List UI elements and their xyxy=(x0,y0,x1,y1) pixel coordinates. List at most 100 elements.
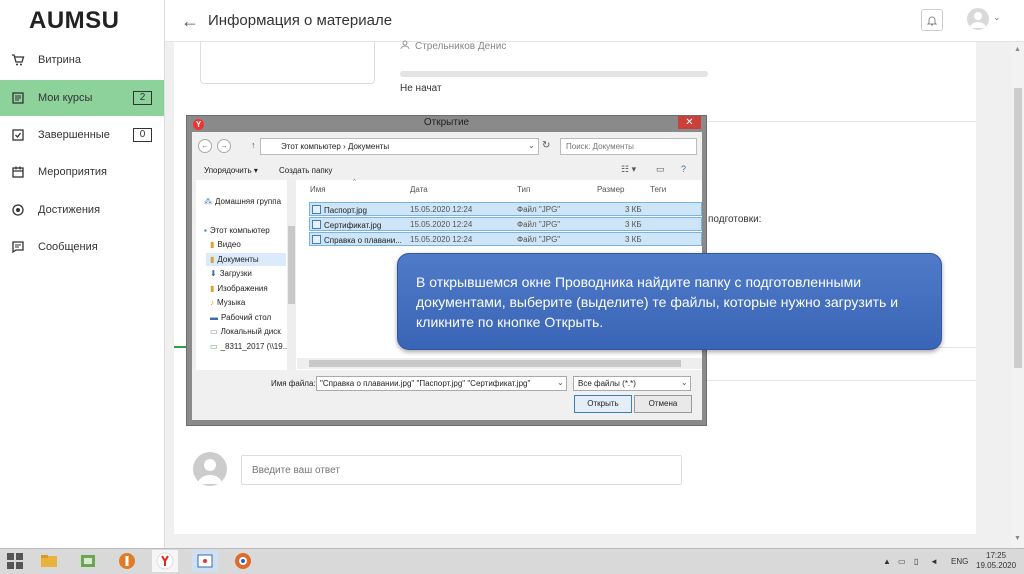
close-icon[interactable]: ✕ xyxy=(678,116,701,129)
scroll-up-icon[interactable]: ▲ xyxy=(1014,46,1021,53)
tree-scrollbar-thumb[interactable] xyxy=(288,226,295,304)
tree-label: Музыка xyxy=(217,298,246,307)
open-button[interactable]: Открыть xyxy=(574,395,632,413)
tree-item-network-drive[interactable]: ▭ _8311_2017 (\\19... xyxy=(210,342,289,351)
image-file-icon xyxy=(312,220,321,229)
preview-pane-icon[interactable]: ▭ xyxy=(656,164,665,175)
chevron-down-icon[interactable]: ⌄ xyxy=(528,141,535,150)
column-header-name[interactable]: Имя xyxy=(310,185,326,194)
clock-date: 19.05.2020 xyxy=(976,561,1017,570)
user-avatar[interactable] xyxy=(967,8,989,30)
file-type: Файл "JPG" xyxy=(517,235,561,244)
tree-item-music[interactable]: ♪ Музыка xyxy=(210,298,245,307)
user-icon xyxy=(400,40,410,53)
status-text: Не начат xyxy=(400,83,442,94)
tree-item-images[interactable]: ▮ Изображения xyxy=(210,284,268,293)
instruction-callout: В открывшемся окне Проводника найдите па… xyxy=(397,253,942,350)
file-row[interactable]: Сертификат.jpg 15.05.2020 12:24 Файл "JP… xyxy=(309,217,702,231)
yandex-browser-icon[interactable] xyxy=(152,550,178,572)
tree-label: _8311_2017 (\\19... xyxy=(220,342,290,351)
tree-item-downloads[interactable]: ⬇ Загрузки xyxy=(210,269,252,278)
column-header-type[interactable]: Тип xyxy=(517,185,530,194)
hscrollbar-thumb[interactable] xyxy=(309,360,681,367)
tree-item-video[interactable]: ▮ Видео xyxy=(210,240,241,249)
tree-label: Загрузки xyxy=(219,269,252,278)
sidebar-item-completed[interactable]: Завершенные 0 xyxy=(0,117,164,153)
up-arrow-icon[interactable]: ↑ xyxy=(251,140,256,150)
sidebar-item-label: Мероприятия xyxy=(38,166,107,178)
forward-arrow-icon[interactable]: → xyxy=(217,139,231,153)
system-clock[interactable]: 17:25 19.05.2020 xyxy=(976,551,1016,571)
chevron-down-icon[interactable]: ⌄ xyxy=(681,378,688,387)
network-icon[interactable]: ▭ xyxy=(898,557,906,566)
tree-item-homegroup[interactable]: ⁂ Домашняя группа xyxy=(204,197,281,206)
file-date: 15.05.2020 12:24 xyxy=(410,205,473,214)
battery-icon[interactable]: ▯ xyxy=(914,557,918,566)
chevron-down-icon[interactable]: ⌄ xyxy=(993,12,1001,23)
screen-recorder-icon[interactable] xyxy=(230,550,256,572)
file-name: Сертификат.jpg xyxy=(324,221,382,230)
reply-avatar xyxy=(193,452,227,486)
tree-label: Изображения xyxy=(217,284,268,293)
tree-label: Домашняя группа xyxy=(215,197,282,206)
file-row[interactable]: Справка о плавани... 15.05.2020 12:24 Фа… xyxy=(309,232,702,246)
sidebar-item-achievements[interactable]: Достижения xyxy=(0,192,164,228)
vpn-icon[interactable] xyxy=(114,550,140,572)
arrow-left-icon[interactable]: ← xyxy=(181,11,199,32)
author-name: Стрельников Денис xyxy=(415,41,507,52)
path-segment[interactable]: Документы xyxy=(348,142,389,151)
tray-expand-icon[interactable]: ▲ xyxy=(883,557,891,566)
file-row[interactable]: Паспорт.jpg 15.05.2020 12:24 Файл "JPG" … xyxy=(309,202,702,216)
sidebar-item-messages[interactable]: Сообщения xyxy=(0,229,164,265)
drive-icon: ▭ xyxy=(210,327,218,336)
bell-icon[interactable] xyxy=(921,9,943,31)
top-header: ← Информация о материале ⌄ xyxy=(165,0,1024,42)
file-name: Справка о плавани... xyxy=(324,236,402,245)
logo[interactable]: AUMSU xyxy=(0,0,164,42)
volume-icon[interactable]: ◄ xyxy=(930,557,938,566)
reply-input[interactable] xyxy=(241,455,682,485)
file-explorer-icon[interactable] xyxy=(36,550,62,572)
award-icon xyxy=(10,202,26,218)
paint-app-icon[interactable] xyxy=(192,550,218,572)
language-indicator[interactable]: ENG xyxy=(951,557,968,566)
scroll-down-icon[interactable]: ▼ xyxy=(1014,535,1021,542)
sidebar-item-my-courses[interactable]: Мои курсы 2 xyxy=(0,80,164,116)
column-header-size[interactable]: Размер xyxy=(597,185,625,194)
tree-item-local-disk[interactable]: ▭ Локальный диск xyxy=(210,327,281,336)
tree-item-this-pc[interactable]: ▪ Этот компьютер xyxy=(204,226,270,235)
sidebar-item-showcase[interactable]: Витрина xyxy=(0,42,164,78)
dialog-search-input[interactable] xyxy=(560,138,697,155)
image-file-icon xyxy=(312,235,321,244)
clock-time: 17:25 xyxy=(986,551,1007,560)
column-header-date[interactable]: Дата xyxy=(410,185,428,194)
file-name: Паспорт.jpg xyxy=(324,206,367,215)
sidebar-item-label: Завершенные xyxy=(38,129,110,141)
cancel-button[interactable]: Отмена xyxy=(634,395,692,413)
cart-icon xyxy=(10,52,26,68)
file-size: 3 КБ xyxy=(625,220,642,229)
filename-input[interactable]: "Справка о плавании.jpg" "Паспорт.jpg" "… xyxy=(316,376,567,391)
view-options-icon[interactable]: ☷ ▾ xyxy=(621,164,636,175)
tree-item-documents[interactable]: ▮ Документы xyxy=(210,255,259,264)
help-icon[interactable]: ? xyxy=(681,164,686,174)
scrollbar-thumb[interactable] xyxy=(1014,88,1022,368)
courses-icon xyxy=(10,90,26,106)
back-arrow-icon[interactable]: ← xyxy=(198,139,212,153)
check-icon xyxy=(10,127,26,143)
organize-menu[interactable]: Упорядочить ▾ xyxy=(204,166,258,175)
tree-label: Рабочий стол xyxy=(221,313,272,322)
path-segment[interactable]: Этот компьютер xyxy=(281,142,341,151)
chevron-down-icon[interactable]: ⌄ xyxy=(557,378,564,387)
refresh-icon[interactable]: ↻ xyxy=(542,140,550,151)
tree-item-desktop[interactable]: ▬ Рабочий стол xyxy=(210,313,271,322)
sidebar-item-events[interactable]: Мероприятия xyxy=(0,154,164,190)
filetype-select[interactable]: Все файлы (*.*) xyxy=(573,376,691,391)
windows-start-icon[interactable] xyxy=(7,553,23,569)
prep-label: подготовки: xyxy=(708,214,762,225)
file-type: Файл "JPG" xyxy=(517,205,561,214)
app-icon[interactable] xyxy=(75,550,101,572)
new-folder-button[interactable]: Создать папку xyxy=(279,166,332,175)
column-header-tags[interactable]: Теги xyxy=(650,185,666,194)
address-bar[interactable]: Этот компьютер › Документы xyxy=(260,138,539,155)
